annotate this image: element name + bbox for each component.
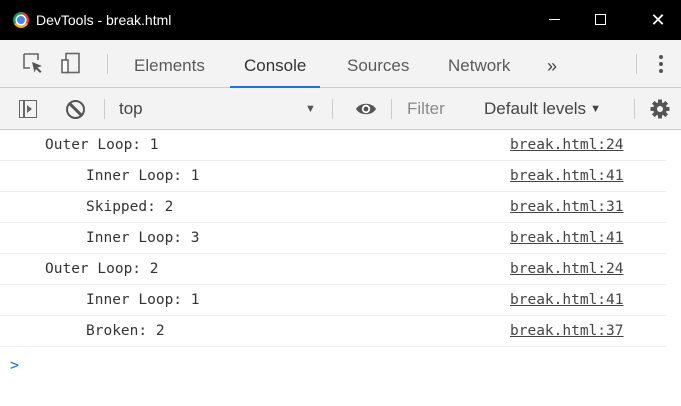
log-levels-label: Default levels <box>484 99 587 118</box>
console-message: Skipped: 2 break.html:31 <box>0 192 666 223</box>
message-text: Broken: 2 <box>86 323 165 339</box>
message-text: Outer Loop: 1 <box>45 137 159 153</box>
source-link[interactable]: break.html:24 <box>510 130 624 160</box>
source-link[interactable]: break.html:41 <box>510 161 624 191</box>
minimize-icon <box>548 19 560 21</box>
tab-sources[interactable]: Sources <box>347 40 409 88</box>
toolbar-divider <box>107 54 108 74</box>
tab-network[interactable]: Network <box>448 40 510 88</box>
message-text: Inner Loop: 3 <box>86 230 200 246</box>
console-message: Inner Loop: 3 break.html:41 <box>0 223 666 254</box>
minimize-button[interactable] <box>531 0 577 40</box>
source-link[interactable]: break.html:31 <box>510 192 624 222</box>
window-title: DevTools - break.html <box>36 12 172 28</box>
source-link[interactable]: break.html:41 <box>510 285 624 315</box>
toolbar-divider <box>332 99 333 119</box>
toolbar-divider <box>391 99 392 119</box>
live-expression-eye-icon[interactable] <box>355 101 377 117</box>
source-link[interactable]: break.html:24 <box>510 254 624 284</box>
console-message: Outer Loop: 2 break.html:24 <box>0 254 666 285</box>
toolbar-divider <box>634 99 635 119</box>
message-text: Inner Loop: 1 <box>86 292 200 308</box>
console-message: Inner Loop: 1 break.html:41 <box>0 161 666 192</box>
message-text: Inner Loop: 1 <box>86 168 200 184</box>
toolbar-divider <box>104 99 105 119</box>
maximize-button[interactable] <box>577 0 623 40</box>
maximize-icon <box>594 14 606 26</box>
show-sidebar-icon[interactable] <box>19 100 37 118</box>
devtools-tabbar: Elements Console Sources Network » <box>0 40 681 88</box>
filter-input[interactable] <box>397 95 469 123</box>
tab-console[interactable]: Console <box>229 40 321 88</box>
console-message: Outer Loop: 1 break.html:24 <box>0 130 666 161</box>
toolbar-divider <box>636 54 637 74</box>
context-value: top <box>119 99 143 118</box>
message-text: Outer Loop: 2 <box>45 261 159 277</box>
more-tabs-button[interactable]: » <box>547 40 557 88</box>
tab-elements[interactable]: Elements <box>134 40 205 88</box>
inspect-element-icon[interactable] <box>22 52 44 74</box>
context-selector[interactable]: top ▼ <box>107 94 329 124</box>
close-button[interactable]: ✕ <box>635 0 681 40</box>
window-titlebar: DevTools - break.html ✕ <box>0 0 681 40</box>
close-icon: ✕ <box>650 10 666 30</box>
source-link[interactable]: break.html:41 <box>510 223 624 253</box>
gear-icon[interactable] <box>650 99 670 119</box>
source-link[interactable]: break.html:37 <box>510 316 624 346</box>
device-toolbar-icon[interactable] <box>60 52 82 74</box>
console-message: Broken: 2 break.html:37 <box>0 316 666 347</box>
dropdown-arrow-icon: ▼ <box>590 103 601 115</box>
log-levels-dropdown[interactable]: Default levels ▼ <box>484 88 601 130</box>
console-message: Inner Loop: 1 break.html:41 <box>0 285 666 316</box>
message-text: Skipped: 2 <box>86 199 174 215</box>
console-toolbar: top ▼ Default levels▼ <box>0 88 681 130</box>
clear-console-icon[interactable] <box>66 100 85 119</box>
chrome-logo-icon <box>13 12 29 28</box>
dropdown-arrow-icon: ▼ <box>305 103 316 115</box>
more-options-icon[interactable] <box>656 53 666 75</box>
console-output: Outer Loop: 1 break.html:24 Inner Loop: … <box>0 130 681 406</box>
console-prompt[interactable]: > <box>10 356 19 374</box>
